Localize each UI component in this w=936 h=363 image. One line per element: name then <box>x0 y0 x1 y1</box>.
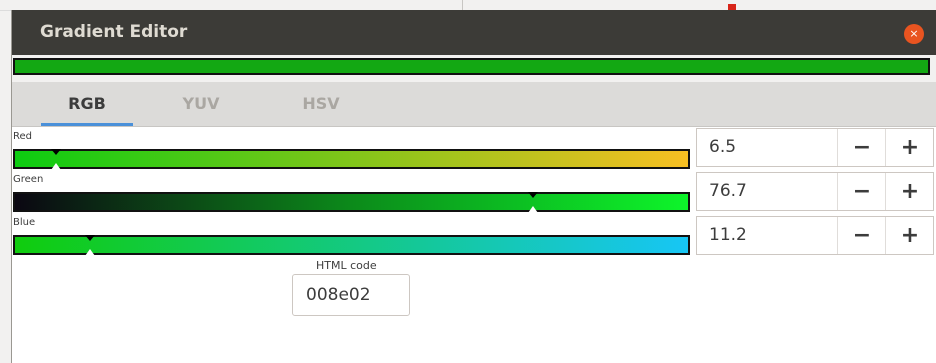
window-left-border <box>11 10 12 363</box>
color-model-tabs: RGB YUV HSV <box>11 82 936 127</box>
background-divider <box>462 0 463 10</box>
red-decrement-button[interactable]: − <box>837 129 886 166</box>
blue-value[interactable]: 11.2 <box>709 217 747 254</box>
tab-hsv[interactable]: HSV <box>286 82 356 126</box>
blue-increment-button[interactable]: + <box>885 217 934 254</box>
red-label: Red <box>13 131 32 142</box>
green-value[interactable]: 76.7 <box>709 173 747 210</box>
green-label: Green <box>13 174 44 185</box>
red-slider[interactable] <box>13 149 690 169</box>
blue-spinbox: 11.2 − + <box>696 216 934 255</box>
green-spinbox: 76.7 − + <box>696 172 934 211</box>
green-slider-handle-icon[interactable] <box>528 192 538 198</box>
red-value[interactable]: 6.5 <box>709 129 736 166</box>
green-slider[interactable] <box>13 192 690 212</box>
gradient-preview[interactable] <box>13 58 930 75</box>
window-title: Gradient Editor <box>40 22 188 42</box>
blue-slider[interactable] <box>13 235 690 255</box>
red-slider-handle-icon[interactable] <box>51 149 61 155</box>
blue-slider-handle-icon[interactable] <box>85 235 95 241</box>
close-button[interactable]: × <box>904 24 924 44</box>
red-increment-button[interactable]: + <box>885 129 934 166</box>
html-code-field[interactable]: 008e02 <box>292 274 410 316</box>
blue-label: Blue <box>13 217 36 228</box>
green-decrement-button[interactable]: − <box>837 173 886 210</box>
tab-yuv[interactable]: YUV <box>166 82 236 126</box>
title-bar[interactable]: Gradient Editor × <box>11 10 936 55</box>
html-code-label: HTML code <box>316 259 377 272</box>
close-icon: × <box>909 27 919 40</box>
green-slider-handle-bottom-icon <box>528 206 538 213</box>
red-spinbox: 6.5 − + <box>696 128 934 167</box>
red-slider-handle-bottom-icon <box>51 163 61 170</box>
tab-rgb[interactable]: RGB <box>41 82 133 126</box>
blue-slider-handle-bottom-icon <box>85 249 95 256</box>
green-increment-button[interactable]: + <box>885 173 934 210</box>
blue-decrement-button[interactable]: − <box>837 217 886 254</box>
